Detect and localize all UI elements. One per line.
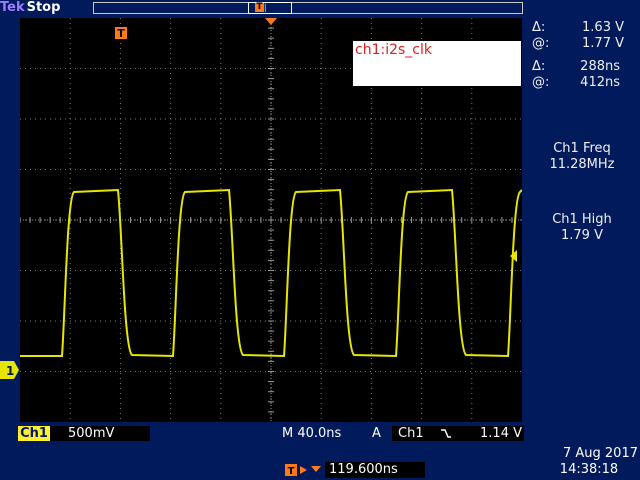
cursor-at-t: 412ns [580, 75, 620, 90]
cursor-delta-v-symbol: Δ: [532, 20, 546, 35]
measurement-value: 11.28MHz [549, 157, 615, 172]
horizontal-position-icon: T [285, 464, 321, 477]
horizontal-position: 119.600ns [325, 462, 425, 478]
brand-status: Tek Stop [0, 0, 60, 16]
trigger-channel: Ch1 [398, 426, 424, 441]
trigger-position-icon: T [255, 2, 264, 12]
trigger-t-marker-icon: T [115, 27, 127, 40]
cursor-delta-t-symbol: Δ: [532, 59, 546, 74]
measurement-label: Ch1 Freq [553, 141, 611, 156]
svg-text:T: T [117, 27, 125, 40]
channel-1-ground-marker[interactable]: 1 [0, 360, 20, 380]
cursor-at-t-symbol: @: [532, 75, 550, 90]
run-state: Stop [26, 0, 61, 15]
svg-text:T: T [288, 466, 295, 477]
cursor-delta-t: 288ns [580, 59, 620, 74]
date: 7 Aug 2017 [562, 446, 638, 461]
measurement-value: 1.79 V [561, 228, 603, 243]
record-center-dash: ǀ [264, 3, 267, 13]
brand-logo: Tek [0, 0, 25, 15]
trigger-source-prefix: A [372, 426, 392, 441]
cursor-delta-v: 1.63 V [582, 20, 624, 35]
measurement-label: Ch1 High [552, 212, 612, 227]
record-length-bar [93, 2, 523, 14]
trigger-readout: A Ch1 1.14 V [372, 426, 524, 441]
time: 14:38:18 [559, 462, 619, 477]
svg-text:1: 1 [6, 364, 14, 378]
channel-1-badge[interactable]: Ch1 [18, 426, 50, 441]
timebase-readout: M 40.0ns [282, 426, 357, 441]
waveform-label: ch1:i2s_clk [355, 42, 432, 58]
falling-edge-icon [441, 429, 451, 438]
cursor-at-v: 1.77 V [582, 36, 624, 51]
trigger-level: 1.14 V [480, 426, 522, 441]
cursor-at-v-symbol: @: [532, 36, 550, 51]
volts-per-div: 500mV [50, 426, 150, 441]
